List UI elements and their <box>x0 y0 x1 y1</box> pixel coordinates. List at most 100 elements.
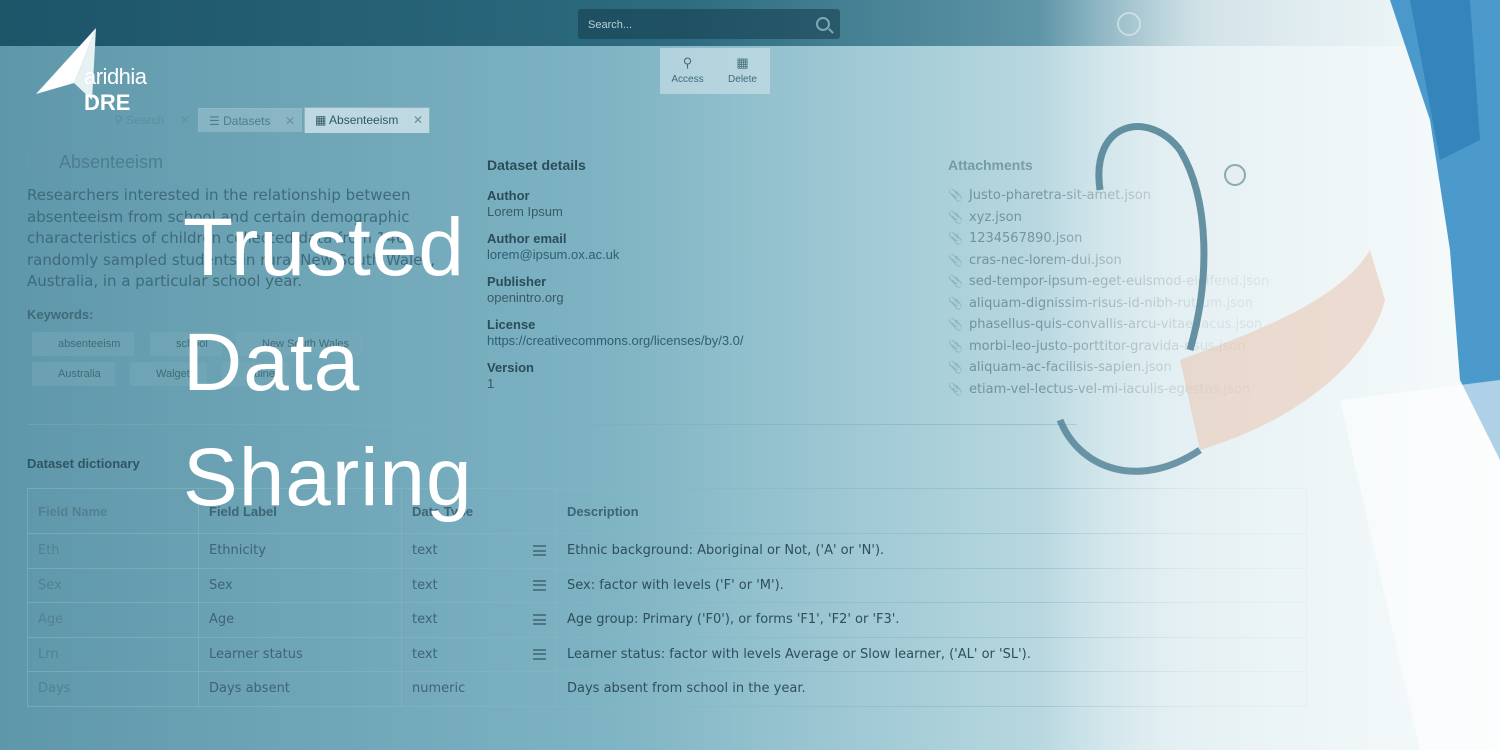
paperclip-icon: 📎 <box>948 274 963 288</box>
data-type-cell: text <box>401 533 557 569</box>
user-icon[interactable] <box>1117 12 1141 36</box>
email-label: Author email <box>487 231 567 246</box>
keyword-chip[interactable]: Australia <box>32 362 115 386</box>
version-field: Version 1 <box>487 360 534 391</box>
keyword-chip[interactable]: school <box>150 332 222 356</box>
tab-bar: ⚲ Search ✕ ☰ Datasets ✕ ▦ Absenteeism ✕ <box>0 94 1500 138</box>
column-header[interactable]: Field Name <box>27 488 199 534</box>
table-row: Age Age text Age group: Primary ('F0'), … <box>27 602 1307 638</box>
field-name-cell: Eth <box>27 533 199 569</box>
tab-label: Search <box>126 113 165 127</box>
column-header[interactable]: Data Type <box>401 488 557 534</box>
data-type-value: text <box>412 646 438 662</box>
attachment-name: xyz.json <box>968 209 1022 225</box>
list-icon[interactable] <box>533 545 546 556</box>
table-icon: ▦ <box>315 113 327 127</box>
keyword-chip[interactable]: absenteeism <box>32 332 135 356</box>
table-icon <box>27 153 47 169</box>
top-bar <box>0 0 1500 46</box>
version-label: Version <box>487 360 534 375</box>
data-type-value: text <box>412 612 438 628</box>
email-link[interactable]: lorem@ipsum.ox.ac.uk <box>487 247 619 262</box>
access-button[interactable]: ⚲ Access <box>660 48 715 94</box>
attachment-link[interactable]: 📎 Justo-pharetra-sit-amet.json <box>948 188 1151 203</box>
field-label-cell: Learner status <box>198 636 402 672</box>
section-divider <box>27 424 1077 425</box>
trash-icon: ▦ <box>736 55 749 70</box>
attachment-link[interactable]: 📎 phasellus-quis-convallis-arcu-vitae-lac… <box>948 317 1262 332</box>
column-header[interactable]: Field Label <box>198 488 402 534</box>
paperclip-icon: 📎 <box>948 295 963 310</box>
publisher-label: Publisher <box>487 274 547 289</box>
search-input[interactable] <box>586 14 810 36</box>
attachment-link[interactable]: 📎 morbi-leo-justo-porttitor-gravida-risus… <box>948 339 1245 354</box>
license-link[interactable]: https://creativecommons.org/licenses/by/… <box>487 333 744 348</box>
delete-label: Delete <box>728 74 757 85</box>
attachment-name: aliquam-ac-facilisis-sapien.json <box>968 360 1172 375</box>
field-label-cell: Age <box>198 602 402 638</box>
publisher-value: openintro.org <box>487 290 564 305</box>
list-icon[interactable] <box>533 648 546 660</box>
dataset-page: Absenteeism Researchers interested in th… <box>0 138 1500 750</box>
paperclip-icon: 📎 <box>948 360 963 374</box>
attachment-link[interactable]: 📎 etiam-vel-lectus-vel-mi-iaculis-egestas… <box>948 382 1250 397</box>
tab-label: Datasets <box>223 114 271 128</box>
banner-stage: aridhia DRE ⚲ Access ▦ Delete ⚲ Search ✕… <box>0 0 1500 750</box>
tab-absenteeism[interactable]: ▦ Absenteeism ✕ <box>304 107 430 133</box>
attachments-title: Attachments <box>948 157 1033 173</box>
field-label-cell: Sex <box>198 567 402 603</box>
data-type-cell: text <box>401 567 557 603</box>
close-icon[interactable]: ✕ <box>180 108 190 132</box>
dataset-description: Researchers interested in the relationsh… <box>27 186 436 290</box>
logo-text-light: aridhia <box>84 64 147 89</box>
access-label: Access <box>671 74 704 85</box>
keywords-label: Keywords: <box>27 307 94 322</box>
attachment-link[interactable]: 📎 sed-tempor-ipsum-eget-euismod-eleifend.… <box>948 274 1269 289</box>
attachment-link[interactable]: 📎 aliquam-dignissim-risus-id-nibh-rutrum.… <box>948 296 1253 311</box>
attachment-link[interactable]: 📎 cras-nec-lorem-dui.json <box>948 253 1122 268</box>
close-icon[interactable]: ✕ <box>413 108 423 132</box>
tab-datasets[interactable]: ☰ Datasets ✕ <box>198 108 302 132</box>
attachment-link[interactable]: 📎 1234567890.json <box>948 231 1082 246</box>
page-title: Absenteeism <box>27 152 163 173</box>
search-icon[interactable] <box>816 17 830 31</box>
list-icon[interactable] <box>533 614 546 625</box>
close-icon[interactable]: ✕ <box>285 109 295 133</box>
attachment-name: morbi-leo-justo-porttitor-gravida-risus.… <box>968 338 1246 354</box>
field-name-cell: Days <box>27 671 199 707</box>
description-cell: Days absent from school in the year. <box>556 671 1307 707</box>
column-header[interactable]: Description <box>556 488 1307 534</box>
attachment-name: phasellus-quis-convallis-arcu-vitae-lacu… <box>968 317 1263 332</box>
keyword-chip[interactable]: New South Wales <box>236 332 364 356</box>
attachment-name: cras-nec-lorem-dui.json <box>968 252 1122 268</box>
description-cell: Ethnic background: Aboriginal or Not, ('… <box>556 533 1307 569</box>
table-row: Days Days absent numeric Days absent fro… <box>27 671 1307 707</box>
data-type-cell: numeric <box>401 671 557 707</box>
version-value: 1 <box>487 376 495 391</box>
data-type-cell: text <box>401 636 557 672</box>
table-row: Sex Sex text Sex: factor with levels ('F… <box>27 567 1307 603</box>
delete-button[interactable]: ▦ Delete <box>715 48 770 94</box>
attachment-name: 1234567890.json <box>968 231 1083 246</box>
database-icon: ☰ <box>209 114 220 128</box>
global-search[interactable] <box>578 9 840 39</box>
list-icon[interactable] <box>533 579 546 591</box>
keyword-chip[interactable]: Walgett <box>130 362 207 386</box>
data-type-cell: text <box>401 602 557 638</box>
author-label: Author <box>487 188 530 203</box>
field-name-cell: Sex <box>27 567 199 603</box>
attachment-name: sed-tempor-ipsum-eget-euismod-eleifend.j… <box>968 274 1270 289</box>
tab-search-icon: ⚲ <box>114 113 123 127</box>
paperclip-icon: 📎 <box>948 188 963 202</box>
attachment-link[interactable]: 📎 xyz.json <box>948 210 1022 225</box>
field-label-cell: Days absent <box>198 671 402 707</box>
email-field: Author email lorem@ipsum.ox.ac.uk <box>487 231 619 262</box>
license-field: License https://creativecommons.org/lice… <box>487 317 744 348</box>
table-header-row: Field Name Field Label Data Type Descrip… <box>27 488 1307 534</box>
paperclip-icon: 📎 <box>948 317 963 331</box>
attachment-name: etiam-vel-lectus-vel-mi-iaculis-egestas.… <box>968 381 1251 397</box>
tab-label: Absenteeism <box>329 113 399 127</box>
attachment-link[interactable]: 📎 aliquam-ac-facilisis-sapien.json <box>948 360 1172 375</box>
keyword-chip[interactable]: quine <box>222 362 289 386</box>
tab-search[interactable]: ⚲ Search ✕ <box>104 108 196 132</box>
